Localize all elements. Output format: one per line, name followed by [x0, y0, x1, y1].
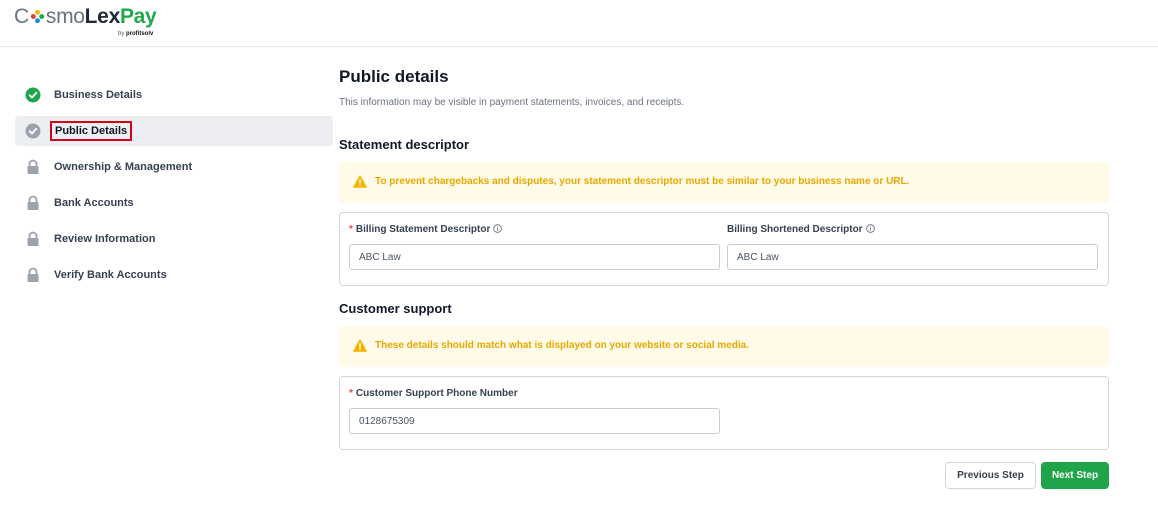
step-label: Verify Bank Accounts: [54, 269, 167, 281]
step-ownership-management[interactable]: Ownership & Management: [15, 152, 333, 182]
info-icon[interactable]: [493, 224, 503, 233]
support-warning-alert: These details should match what is displ…: [339, 326, 1109, 367]
statement-descriptor-heading: Statement descriptor: [339, 137, 470, 152]
statement-descriptor-card: *Billing Statement Descriptor Billing Sh…: [339, 212, 1109, 286]
lock-icon: [27, 159, 39, 174]
step-label: Public Details: [49, 121, 133, 141]
billing-statement-descriptor-input[interactable]: [349, 244, 720, 270]
customer-support-card: * Customer Support Phone Number: [339, 376, 1109, 450]
info-icon[interactable]: [865, 224, 875, 233]
customer-support-phone-input[interactable]: [349, 408, 720, 434]
warning-icon: [353, 339, 367, 352]
step-review-information[interactable]: Review Information: [15, 224, 333, 254]
alert-text: To prevent chargebacks and disputes, you…: [375, 176, 910, 187]
page-subtitle: This information may be visible in payme…: [339, 97, 685, 108]
statement-warning-alert: To prevent chargebacks and disputes, you…: [339, 162, 1109, 203]
top-bar: C smoLexPay by profitsolv: [0, 0, 1158, 47]
check-circle-icon: [25, 123, 41, 139]
billing-shortened-descriptor-label: Billing Shortened Descriptor: [727, 224, 875, 235]
step-bank-accounts[interactable]: Bank Accounts: [15, 188, 333, 218]
customer-support-phone-label: * Customer Support Phone Number: [349, 388, 518, 399]
warning-icon: [353, 175, 367, 188]
billing-shortened-descriptor-input[interactable]: [727, 244, 1098, 270]
step-label: Ownership & Management: [54, 161, 193, 173]
step-verify-bank-accounts[interactable]: Verify Bank Accounts: [15, 260, 333, 290]
flower-icon: [30, 9, 45, 24]
billing-statement-descriptor-label: * Billing Statement Descriptor: [349, 224, 503, 235]
step-label: Review Information: [54, 233, 156, 245]
lock-icon: [27, 267, 39, 282]
step-label: Bank Accounts: [54, 197, 134, 209]
step-business-details[interactable]: Business Details: [15, 80, 333, 110]
lock-icon: [27, 231, 39, 246]
next-step-button[interactable]: Next Step: [1041, 462, 1109, 489]
logo-wordmark: C smoLexPay: [14, 5, 157, 28]
page-title: Public details: [339, 67, 449, 86]
lock-icon: [27, 195, 39, 210]
required-marker: *: [349, 388, 353, 399]
check-circle-icon: [25, 87, 41, 103]
cosmolexpay-logo[interactable]: C smoLexPay by profitsolv: [14, 5, 157, 41]
onboarding-stepper: Business Details Public Details Ownershi…: [15, 80, 333, 296]
logo-byline: by profitsolv: [118, 31, 154, 37]
previous-step-button[interactable]: Previous Step: [945, 462, 1036, 489]
customer-support-heading: Customer support: [339, 301, 452, 316]
alert-text: These details should match what is displ…: [375, 340, 749, 351]
step-public-details[interactable]: Public Details: [15, 116, 333, 146]
step-label: Business Details: [54, 89, 143, 101]
required-marker: *: [349, 224, 353, 235]
